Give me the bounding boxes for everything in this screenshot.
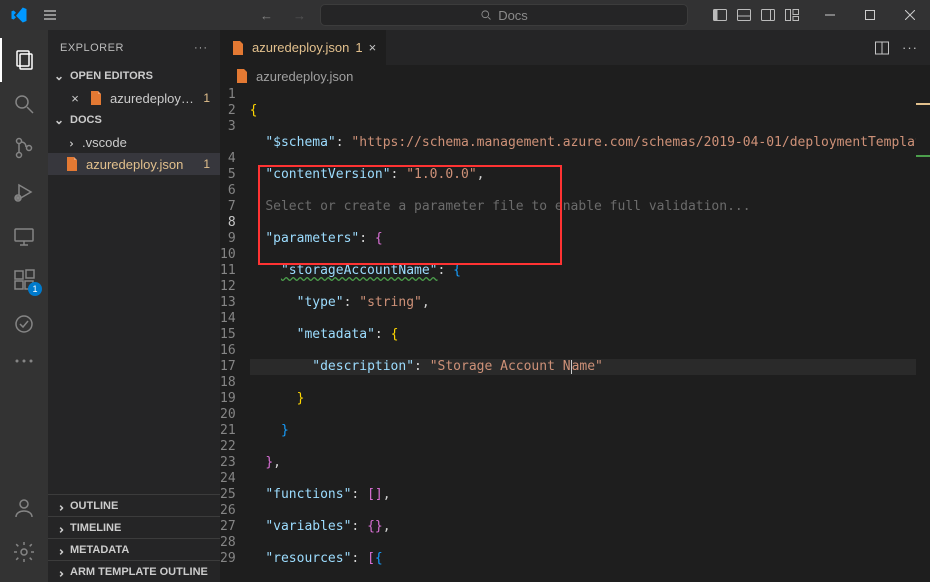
nav-back-icon[interactable]: ← bbox=[260, 8, 273, 23]
layout-panel-icon[interactable] bbox=[736, 7, 752, 23]
file-icon bbox=[64, 156, 80, 172]
open-editor-label: azuredeploy… bbox=[110, 91, 197, 106]
activity-bar: 1 bbox=[0, 30, 48, 582]
layout-sidebar-right-icon[interactable] bbox=[760, 7, 776, 23]
file-azuredeploy[interactable]: azuredeploy.json 1 bbox=[48, 153, 220, 175]
arm-outline-section[interactable]: ⌄ARM TEMPLATE OUTLINE bbox=[48, 560, 220, 582]
layout-customize-icon[interactable] bbox=[784, 7, 800, 23]
open-editors-section[interactable]: ⌄OPEN EDITORS bbox=[48, 65, 220, 87]
workspace-section[interactable]: ⌄DOCS bbox=[48, 109, 220, 131]
line-gutter: 1234567891011121314151617181920212223242… bbox=[220, 87, 250, 582]
activity-remote[interactable] bbox=[0, 214, 48, 258]
split-editor-icon[interactable] bbox=[874, 40, 890, 56]
code-editor[interactable]: 1234567891011121314151617181920212223242… bbox=[220, 87, 930, 582]
modified-badge: 1 bbox=[203, 157, 220, 171]
menu-icon[interactable] bbox=[42, 7, 58, 23]
file-icon bbox=[88, 90, 104, 106]
nav-forward-icon: → bbox=[293, 8, 306, 23]
close-icon[interactable]: × bbox=[68, 91, 82, 106]
activity-accounts[interactable] bbox=[0, 486, 48, 530]
activity-more[interactable] bbox=[0, 346, 48, 376]
editor-more-icon[interactable]: ··· bbox=[902, 40, 918, 55]
file-icon bbox=[230, 40, 246, 56]
search-placeholder: Docs bbox=[498, 8, 528, 23]
tab-label: azuredeploy.json bbox=[252, 40, 349, 55]
metadata-section[interactable]: ⌄METADATA bbox=[48, 538, 220, 560]
folder-vscode[interactable]: ⌄ .vscode bbox=[48, 131, 220, 153]
code-content[interactable]: { "$schema": "https://schema.management.… bbox=[250, 87, 930, 582]
activity-search[interactable] bbox=[0, 82, 48, 126]
breadcrumbs[interactable]: azuredeploy.json bbox=[220, 65, 930, 87]
modified-badge: 1 bbox=[203, 91, 220, 105]
open-editor-item[interactable]: × azuredeploy… 1 bbox=[48, 87, 220, 109]
activity-extensions[interactable]: 1 bbox=[0, 258, 48, 302]
activity-source-control[interactable] bbox=[0, 126, 48, 170]
overview-ruler[interactable] bbox=[916, 87, 930, 582]
explorer-sidebar: EXPLORER ··· ⌄OPEN EDITORS × azuredeploy… bbox=[48, 30, 220, 582]
search-icon bbox=[480, 9, 492, 21]
activity-run-debug[interactable] bbox=[0, 170, 48, 214]
activity-testing[interactable] bbox=[0, 302, 48, 346]
breadcrumb-file: azuredeploy.json bbox=[256, 69, 353, 84]
title-bar: ← → Docs bbox=[0, 0, 930, 30]
explorer-more-icon[interactable]: ··· bbox=[194, 42, 208, 54]
vscode-logo-icon bbox=[10, 6, 28, 24]
command-center[interactable]: Docs bbox=[320, 4, 688, 26]
timeline-section[interactable]: ⌄TIMELINE bbox=[48, 516, 220, 538]
activity-explorer[interactable] bbox=[0, 38, 48, 82]
file-icon bbox=[234, 68, 250, 84]
file-label: azuredeploy.json bbox=[86, 157, 197, 172]
editor-tabs: azuredeploy.json 1 × ··· bbox=[220, 30, 930, 65]
editor-area: azuredeploy.json 1 × ··· azuredeploy.jso… bbox=[220, 30, 930, 582]
tab-azuredeploy[interactable]: azuredeploy.json 1 × bbox=[220, 30, 387, 65]
outline-section[interactable]: ⌄OUTLINE bbox=[48, 494, 220, 516]
tab-modified-indicator: 1 bbox=[355, 40, 362, 55]
explorer-title: EXPLORER bbox=[60, 42, 124, 54]
activity-settings[interactable] bbox=[0, 530, 48, 574]
tab-close-icon[interactable]: × bbox=[369, 40, 377, 55]
extensions-badge: 1 bbox=[28, 282, 42, 296]
window-close-button[interactable] bbox=[890, 0, 930, 30]
layout-sidebar-left-icon[interactable] bbox=[712, 7, 728, 23]
window-maximize-button[interactable] bbox=[850, 0, 890, 30]
window-minimize-button[interactable] bbox=[810, 0, 850, 30]
